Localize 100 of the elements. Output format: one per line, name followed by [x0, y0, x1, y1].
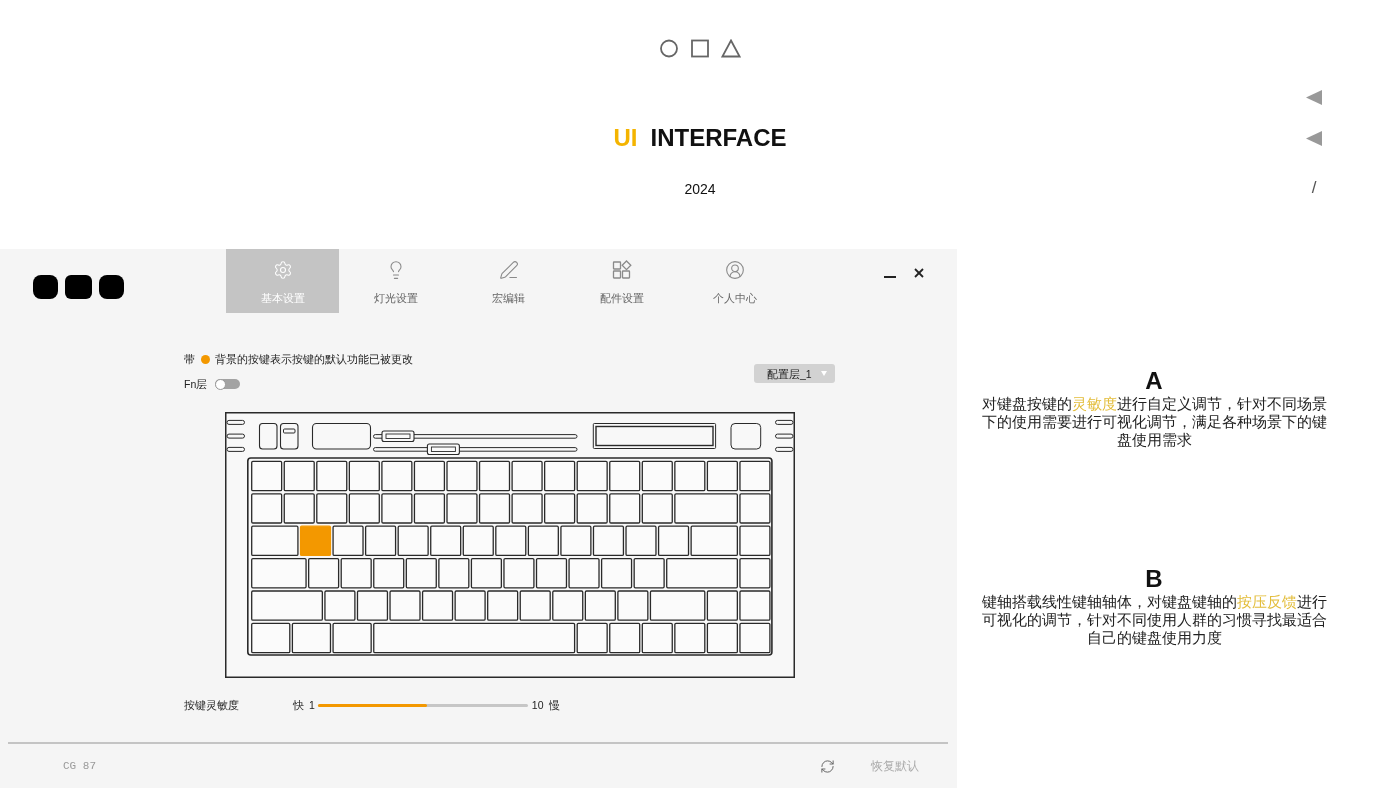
keycap[interactable]	[251, 525, 299, 557]
keycap[interactable]	[308, 557, 340, 589]
keycap[interactable]	[356, 590, 389, 621]
keycap[interactable]	[544, 493, 576, 524]
circle-square-triangle-icon	[659, 39, 741, 58]
close-icon[interactable]	[914, 268, 924, 278]
keycap[interactable]	[527, 525, 559, 557]
keycap[interactable]	[413, 493, 446, 524]
keycap[interactable]	[641, 622, 673, 654]
keycap[interactable]	[576, 460, 608, 492]
keycap[interactable]	[649, 590, 706, 621]
keycap[interactable]	[251, 493, 283, 524]
year-label: 2024	[684, 181, 716, 197]
squares-icon	[611, 260, 632, 280]
pencil-icon	[498, 260, 519, 280]
profile-dropdown[interactable]: 配置层_1	[754, 364, 835, 383]
keycap[interactable]	[560, 525, 592, 557]
keycap[interactable]	[674, 622, 706, 654]
keycap[interactable]	[690, 525, 738, 557]
keycap[interactable]	[251, 460, 283, 492]
keycap[interactable]	[332, 622, 372, 654]
keycap[interactable]	[478, 493, 511, 524]
sensitivity-slider[interactable]	[317, 703, 528, 707]
keycap[interactable]	[348, 493, 380, 524]
keycap[interactable]	[535, 557, 568, 589]
keycap[interactable]	[657, 525, 690, 557]
keycap[interactable]	[511, 493, 543, 524]
keycap[interactable]	[413, 460, 446, 492]
page-title: INTERFACE	[650, 124, 787, 152]
keycap[interactable]	[666, 557, 738, 589]
keycap[interactable]	[340, 557, 372, 589]
min-value: 1	[309, 698, 315, 712]
keycap[interactable]	[568, 557, 600, 589]
keycap[interactable]	[511, 460, 543, 492]
keycap[interactable]	[544, 460, 576, 492]
keycap[interactable]	[641, 493, 673, 524]
keycap[interactable]	[446, 493, 478, 524]
keycap[interactable]	[316, 493, 348, 524]
keycap[interactable]	[373, 557, 405, 589]
keycap[interactable]	[592, 525, 625, 557]
keycap[interactable]	[739, 493, 771, 524]
keycap[interactable]	[365, 525, 397, 557]
keycap[interactable]	[674, 493, 738, 524]
refresh-icon[interactable]	[820, 758, 835, 774]
keycap[interactable]	[251, 622, 291, 654]
keycap[interactable]	[478, 460, 511, 492]
keycap[interactable]	[487, 590, 519, 621]
keycap[interactable]	[617, 590, 649, 621]
keycap[interactable]	[283, 460, 315, 492]
keycap[interactable]	[739, 460, 771, 492]
keycap[interactable]	[470, 557, 502, 589]
keycap[interactable]	[600, 557, 633, 589]
fn-layer-toggle[interactable]	[215, 379, 241, 389]
keycap[interactable]	[495, 525, 527, 557]
keycap[interactable]	[576, 622, 608, 654]
keycap[interactable]	[674, 460, 706, 492]
keycap[interactable]	[552, 590, 584, 621]
keycap[interactable]	[576, 493, 608, 524]
keycap[interactable]	[397, 525, 429, 557]
tab[interactable]: 灯光设置	[339, 249, 452, 313]
keycap[interactable]	[430, 525, 462, 557]
keycap[interactable]	[519, 590, 551, 621]
keycap[interactable]	[381, 493, 413, 524]
keycap[interactable]	[503, 557, 535, 589]
keycap[interactable]	[706, 460, 738, 492]
keycap[interactable]	[446, 460, 478, 492]
keycap[interactable]	[609, 460, 641, 492]
keycap[interactable]	[454, 590, 486, 621]
triangle-left-icon	[1306, 90, 1322, 105]
keycap[interactable]	[332, 525, 364, 557]
keycap[interactable]	[438, 557, 470, 589]
keycap[interactable]	[706, 622, 738, 654]
keycap[interactable]	[251, 557, 307, 589]
keycap[interactable]	[283, 493, 315, 524]
keycap[interactable]	[421, 590, 454, 621]
keycap[interactable]	[251, 590, 323, 621]
keycap[interactable]	[739, 590, 771, 621]
keycap[interactable]	[609, 493, 641, 524]
tab[interactable]: 宏编辑	[452, 249, 565, 313]
keycap[interactable]	[625, 525, 657, 557]
tab[interactable]: 配件设置	[565, 249, 678, 313]
keycap[interactable]	[584, 590, 616, 621]
keycap[interactable]	[373, 622, 576, 654]
keycap[interactable]	[739, 525, 771, 557]
keycap[interactable]	[291, 622, 332, 654]
keycap[interactable]	[609, 622, 641, 654]
keycap[interactable]	[381, 460, 413, 492]
keycap[interactable]	[641, 460, 673, 492]
tab[interactable]: 个人中心	[678, 249, 791, 313]
keycap[interactable]	[316, 460, 348, 492]
keycap[interactable]	[706, 590, 738, 621]
keycap[interactable]	[405, 557, 437, 589]
keycap[interactable]	[389, 590, 421, 621]
keycap[interactable]	[739, 622, 771, 654]
keycap[interactable]	[462, 525, 494, 557]
keycap[interactable]	[348, 460, 380, 492]
gear-icon	[272, 260, 293, 280]
keycap[interactable]	[324, 590, 356, 621]
keycap[interactable]	[633, 557, 665, 589]
keycap[interactable]	[739, 557, 771, 589]
